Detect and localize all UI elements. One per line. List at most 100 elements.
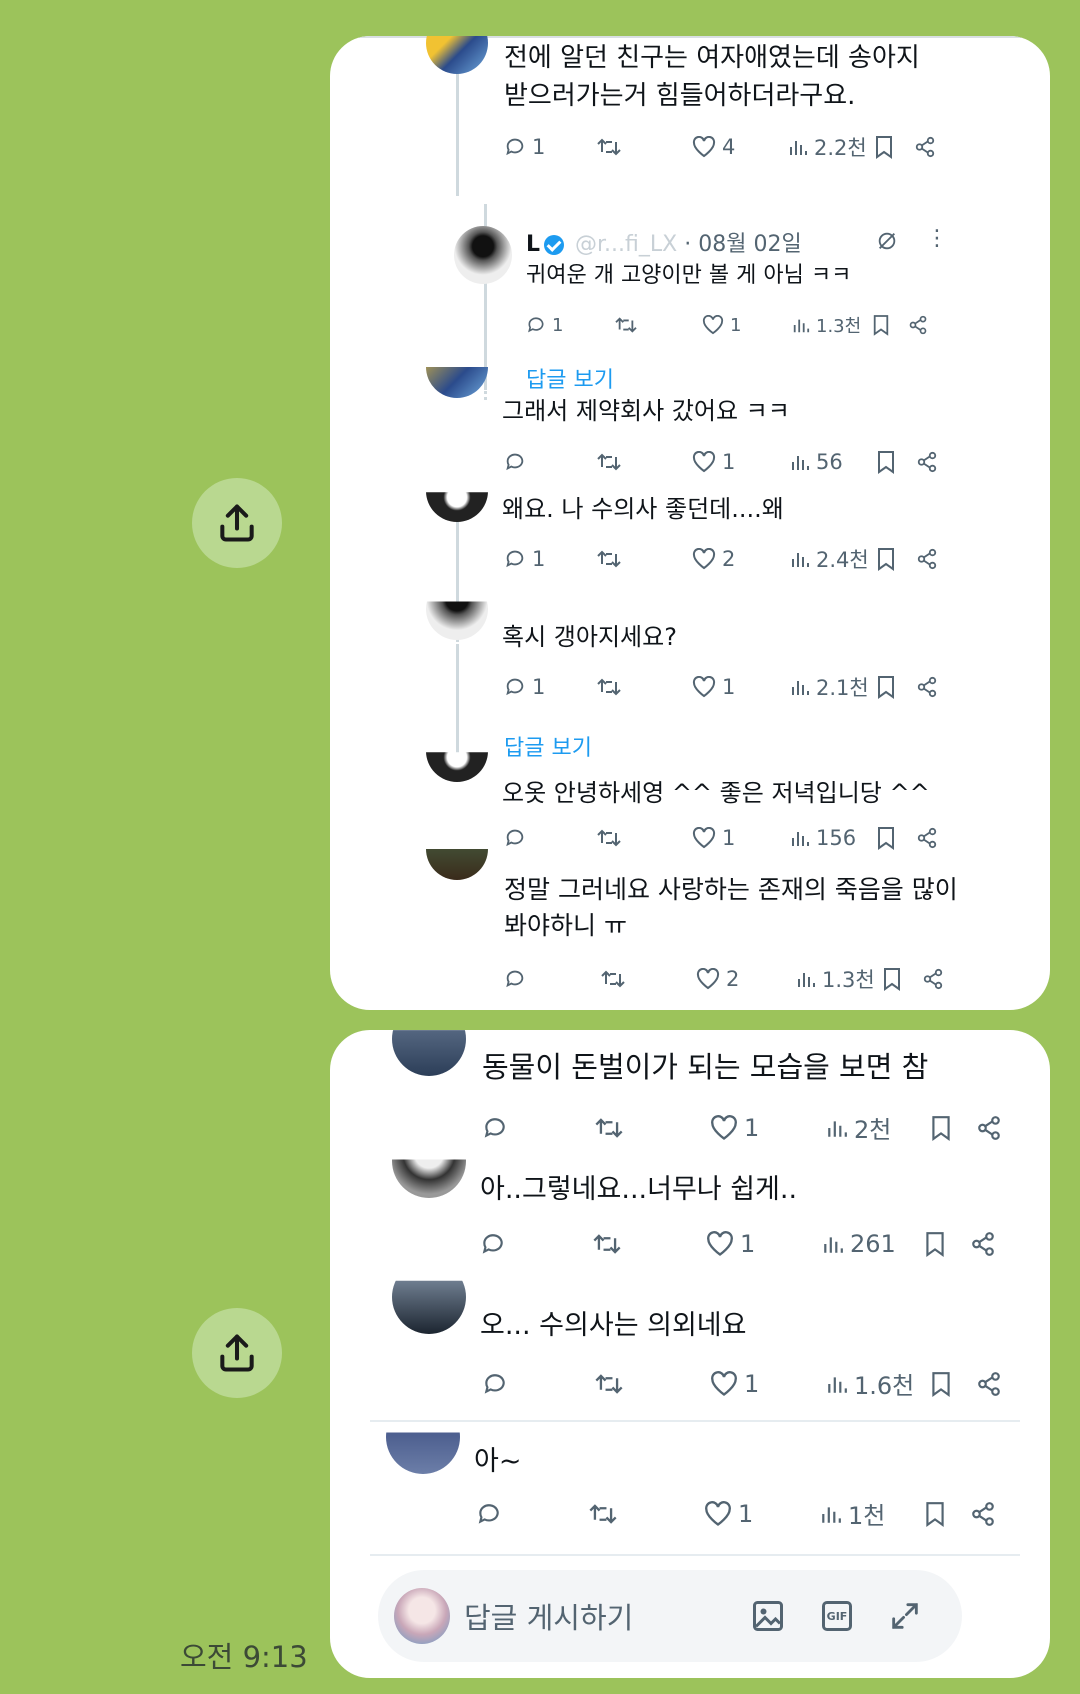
views-stat[interactable]: 1.3천: [792, 312, 872, 338]
views-stat[interactable]: 56: [790, 450, 876, 474]
like-button[interactable]: 4: [692, 135, 788, 159]
like-button[interactable]: 1: [692, 450, 790, 474]
retweet-button[interactable]: [596, 136, 692, 158]
avatar[interactable]: [426, 849, 488, 880]
grok-icon[interactable]: [876, 230, 898, 252]
screenshot-image-1[interactable]: 전에 알던 친구는 여자애였는데 송아지 받으러가는거 힘들어하더라구요. 1 …: [330, 36, 1050, 1010]
share-post-button[interactable]: [916, 451, 938, 473]
heart-icon: [692, 548, 716, 570]
retweet-button[interactable]: [600, 968, 696, 990]
reply-button[interactable]: [480, 1231, 592, 1257]
share-post-button[interactable]: [976, 1115, 1002, 1141]
bookmark-button[interactable]: [874, 135, 914, 159]
bookmark-button[interactable]: [924, 1501, 970, 1527]
show-replies-link[interactable]: 답글 보기: [504, 730, 592, 762]
bookmark-icon: [878, 827, 894, 850]
retweet-button[interactable]: [594, 1371, 710, 1397]
like-button[interactable]: 1: [692, 675, 790, 699]
share-post-button[interactable]: [970, 1231, 996, 1257]
share-post-button[interactable]: [914, 136, 936, 158]
post-text: 전에 알던 친구는 여자애였는데 송아지 받으러가는거 힘들어하더라구요.: [504, 43, 920, 111]
heart-icon: [707, 1231, 733, 1256]
bookmark-button[interactable]: [930, 1371, 976, 1397]
avatar[interactable]: [386, 1432, 460, 1474]
reply-button[interactable]: [504, 968, 600, 990]
retweet-button[interactable]: [596, 676, 692, 698]
bookmark-button[interactable]: [876, 826, 916, 850]
avatar[interactable]: [426, 367, 488, 398]
retweet-button[interactable]: [594, 1115, 710, 1141]
like-button[interactable]: 2: [692, 547, 790, 571]
image-icon[interactable]: [750, 1598, 786, 1634]
reply-button[interactable]: [504, 451, 596, 473]
retweet-button[interactable]: [596, 451, 692, 473]
bookmark-button[interactable]: [924, 1231, 970, 1257]
share-post-button[interactable]: [908, 315, 928, 335]
views-stat[interactable]: 2.1천: [790, 672, 876, 702]
like-button[interactable]: 1: [704, 1500, 820, 1528]
views-stat[interactable]: 2.2천: [788, 132, 874, 162]
retweet-button[interactable]: [614, 315, 702, 335]
share-button[interactable]: [192, 478, 282, 568]
avatar[interactable]: [454, 226, 512, 284]
avatar[interactable]: [426, 492, 488, 522]
reply-button[interactable]: [504, 827, 596, 849]
verified-badge-icon: [544, 235, 565, 255]
like-button[interactable]: 1: [710, 1370, 826, 1398]
reply-button[interactable]: 1: [526, 315, 614, 336]
share-post-button[interactable]: [916, 548, 938, 570]
reply-button[interactable]: [482, 1371, 594, 1397]
screenshot-image-2[interactable]: 동물이 돈벌이가 되는 모습을 보면 참 1 2천 아..그렇네요...너무나 …: [330, 1030, 1050, 1678]
like-button[interactable]: 1: [710, 1114, 826, 1142]
reply-button[interactable]: 1: [504, 675, 596, 699]
reply-composer[interactable]: 답글 게시하기 GIF: [378, 1570, 962, 1662]
like-button[interactable]: 1: [706, 1230, 822, 1258]
more-options-icon[interactable]: ⋮: [926, 226, 949, 251]
like-button[interactable]: 1: [702, 315, 792, 336]
bookmark-button[interactable]: [876, 450, 916, 474]
upload-icon: [220, 504, 254, 542]
share-post-button[interactable]: [970, 1501, 996, 1527]
reply-icon: [506, 970, 524, 988]
views-stat[interactable]: 2천: [826, 1110, 930, 1145]
bookmark-button[interactable]: [872, 314, 908, 336]
post-text: 왜요. 나 수의사 좋던데....왜: [502, 495, 784, 523]
like-button[interactable]: 2: [696, 967, 796, 991]
bookmark-button[interactable]: [876, 675, 916, 699]
avatar[interactable]: [392, 1159, 466, 1198]
retweet-button[interactable]: [596, 827, 692, 849]
retweet-button[interactable]: [596, 548, 692, 570]
reply-button[interactable]: [476, 1501, 588, 1527]
reply-input[interactable]: 답글 게시하기: [464, 1595, 750, 1637]
views-stat[interactable]: 2.4천: [790, 544, 876, 574]
retweet-button[interactable]: [592, 1231, 706, 1257]
share-post-button[interactable]: [916, 827, 938, 849]
bookmark-button[interactable]: [876, 547, 916, 571]
expand-icon[interactable]: [888, 1599, 922, 1633]
views-stat[interactable]: 1.3천: [796, 964, 882, 994]
avatar[interactable]: [392, 1280, 466, 1334]
like-button[interactable]: 1: [692, 826, 790, 850]
share-post-button[interactable]: [916, 676, 938, 698]
heart-icon: [692, 676, 716, 698]
views-stat[interactable]: 261: [822, 1230, 924, 1258]
show-replies-link[interactable]: 답글 보기: [526, 362, 614, 394]
avatar[interactable]: [392, 1030, 466, 1076]
retweet-button[interactable]: [588, 1501, 704, 1527]
views-stat[interactable]: 1천: [820, 1496, 924, 1531]
divider: [370, 1554, 1020, 1556]
share-button[interactable]: [192, 1308, 282, 1398]
views-stat[interactable]: 1.6천: [826, 1366, 930, 1401]
retweet-icon: [597, 550, 621, 568]
bookmark-button[interactable]: [930, 1115, 976, 1141]
avatar[interactable]: [426, 36, 488, 74]
reply-button[interactable]: 1: [504, 547, 596, 571]
bookmark-button[interactable]: [882, 967, 922, 991]
views-stat[interactable]: 156: [790, 826, 876, 850]
gif-icon[interactable]: GIF: [822, 1601, 852, 1631]
heart-icon: [692, 827, 716, 849]
share-post-button[interactable]: [976, 1371, 1002, 1397]
reply-button[interactable]: 1: [504, 135, 596, 159]
share-post-button[interactable]: [922, 968, 944, 990]
reply-button[interactable]: [482, 1115, 594, 1141]
